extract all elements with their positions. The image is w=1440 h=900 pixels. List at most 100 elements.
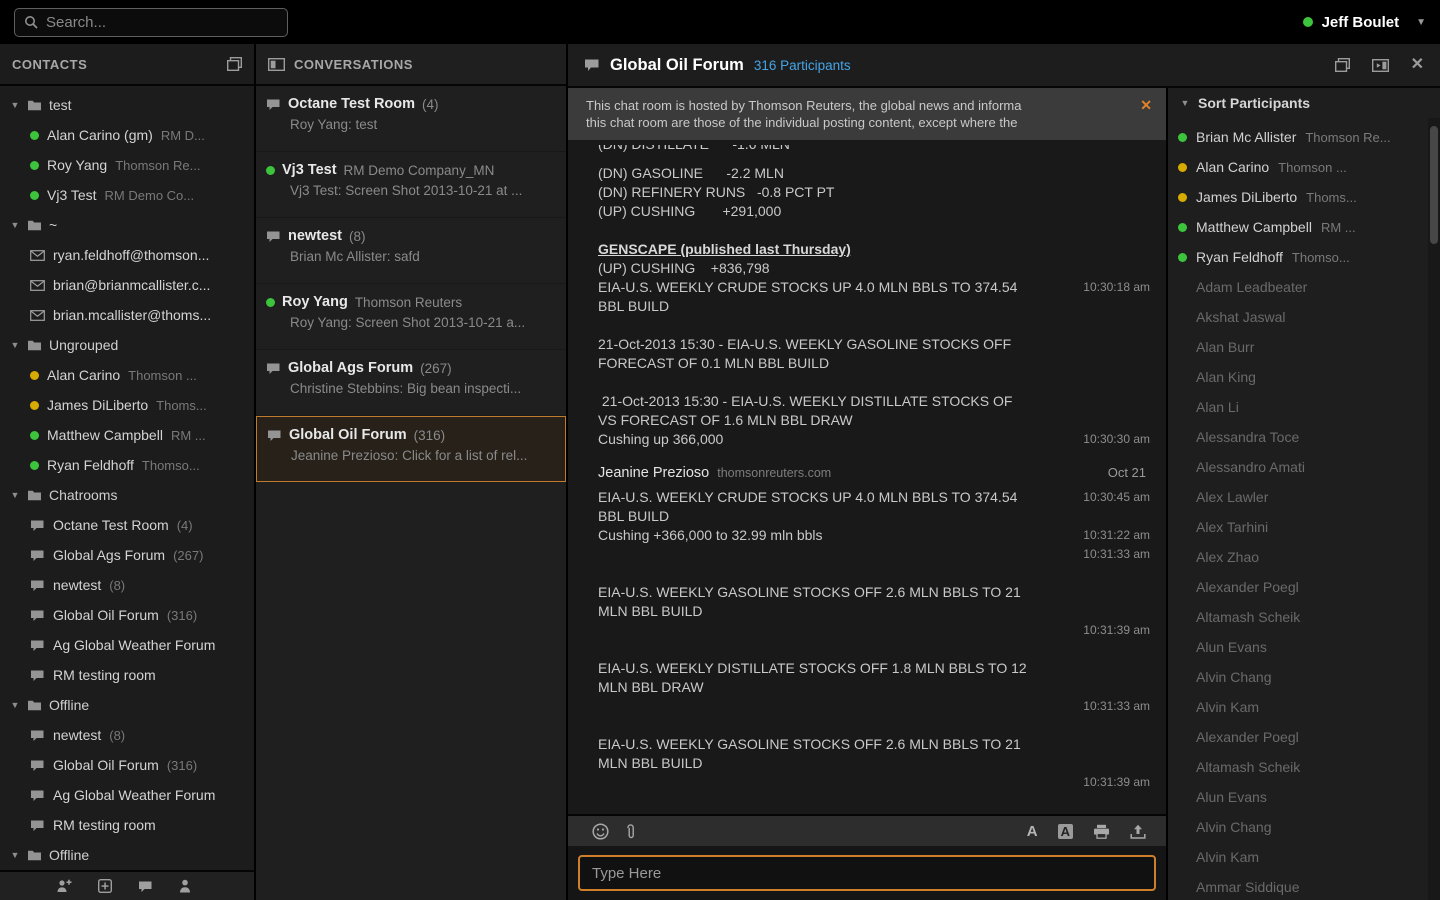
- search-input[interactable]: [46, 14, 278, 31]
- add-group-icon[interactable]: [98, 879, 112, 893]
- collapse-icon[interactable]: ▼: [10, 100, 20, 110]
- participants-link[interactable]: 316 Participants: [754, 58, 851, 73]
- conversations-list[interactable]: Octane Test Room(4)Roy Yang: testVj3 Tes…: [256, 86, 566, 482]
- contact-row[interactable]: Ryan FeldhoffThomso...: [0, 450, 254, 480]
- contact-name: RM testing room: [53, 817, 156, 833]
- message-text: Cushing up 366,000: [598, 430, 1056, 449]
- participant-row[interactable]: Ryan FeldhoffThomso...: [1168, 242, 1440, 272]
- panels-icon[interactable]: [227, 57, 242, 71]
- contact-row[interactable]: RM testing room: [0, 660, 254, 690]
- conversation-item[interactable]: Octane Test Room(4)Roy Yang: test: [256, 86, 566, 152]
- chevron-down-icon[interactable]: ▼: [1416, 17, 1426, 28]
- contact-row[interactable]: brian@brianmcallister.c...: [0, 270, 254, 300]
- attachment-icon[interactable]: [625, 823, 636, 840]
- collapse-icon[interactable]: ▼: [10, 700, 20, 710]
- participant-row[interactable]: Alexander Poegl: [1168, 572, 1440, 602]
- contact-row[interactable]: Octane Test Room(4): [0, 510, 254, 540]
- contact-row[interactable]: Roy YangThomson Re...: [0, 150, 254, 180]
- participant-row[interactable]: Alan Li: [1168, 392, 1440, 422]
- upload-icon[interactable]: [1130, 824, 1146, 839]
- contact-group-header[interactable]: ▼Offline: [0, 690, 254, 720]
- contact-row[interactable]: RM testing room: [0, 810, 254, 840]
- collapse-icon[interactable]: ▼: [10, 340, 20, 350]
- participant-row[interactable]: Brian Mc AllisterThomson Re...: [1168, 122, 1440, 152]
- collapse-icon[interactable]: ▼: [10, 490, 20, 500]
- participant-row[interactable]: Ammar Siddique: [1168, 872, 1440, 900]
- participant-row[interactable]: Alvin Kam: [1168, 842, 1440, 872]
- participant-row[interactable]: Alexander Poegl: [1168, 722, 1440, 752]
- message-line: [598, 221, 1150, 240]
- participant-row[interactable]: Altamash Scheik: [1168, 602, 1440, 632]
- participants-scrollbar[interactable]: [1428, 118, 1440, 900]
- participant-row[interactable]: Alvin Chang: [1168, 812, 1440, 842]
- collapse-icon[interactable]: ▼: [10, 220, 20, 230]
- participant-row[interactable]: Alex Zhao: [1168, 542, 1440, 572]
- contact-group-header[interactable]: ▼test: [0, 90, 254, 120]
- contact-row[interactable]: Global Oil Forum(316): [0, 600, 254, 630]
- add-contact-icon[interactable]: [56, 879, 72, 893]
- participants-sort[interactable]: ▼ Sort Participants: [1168, 88, 1440, 118]
- contact-group-header[interactable]: ▼~: [0, 210, 254, 240]
- new-window-icon[interactable]: [1335, 58, 1350, 72]
- participant-row[interactable]: Altamash Scheik: [1168, 752, 1440, 782]
- contact-group-header[interactable]: ▼Ungrouped: [0, 330, 254, 360]
- directory-icon[interactable]: [179, 879, 191, 893]
- contact-row[interactable]: Ag Global Weather Forum: [0, 630, 254, 660]
- participant-row[interactable]: Alan CarinoThomson ...: [1168, 152, 1440, 182]
- contact-row[interactable]: newtest(8): [0, 570, 254, 600]
- participant-row[interactable]: Alex Tarhini: [1168, 512, 1440, 542]
- participant-row[interactable]: Alun Evans: [1168, 782, 1440, 812]
- contact-row[interactable]: Alan Carino (gm)RM D...: [0, 120, 254, 150]
- collapse-icon[interactable]: ▼: [10, 850, 20, 860]
- app: CONTACTS ▼testAlan Carino (gm)RM D...Roy…: [0, 44, 1440, 900]
- participant-row[interactable]: Alun Evans: [1168, 632, 1440, 662]
- close-chat-icon[interactable]: ✕: [1411, 57, 1424, 73]
- contact-group-header[interactable]: ▼Offline: [0, 840, 254, 870]
- participants-list[interactable]: Brian Mc AllisterThomson Re...Alan Carin…: [1168, 118, 1440, 900]
- conversation-item[interactable]: Global Ags Forum(267)Christine Stebbins:…: [256, 350, 566, 416]
- scrollbar-thumb[interactable]: [1430, 126, 1438, 244]
- message-line: Cushing up 366,00010:30:30 am: [598, 430, 1150, 449]
- contact-row[interactable]: James DiLibertoThoms...: [0, 390, 254, 420]
- contact-row[interactable]: Ag Global Weather Forum: [0, 780, 254, 810]
- sort-caret-icon[interactable]: ▼: [1180, 98, 1190, 108]
- participant-row[interactable]: Alessandra Toce: [1168, 422, 1440, 452]
- participant-row[interactable]: Alessandro Amati: [1168, 452, 1440, 482]
- participant-row[interactable]: Alan Burr: [1168, 332, 1440, 362]
- conversation-item[interactable]: Roy YangThomson ReutersRoy Yang: Screen …: [256, 284, 566, 350]
- participant-row[interactable]: Alvin Kam: [1168, 692, 1440, 722]
- participant-row[interactable]: Alan King: [1168, 362, 1440, 392]
- participant-row[interactable]: Alex Lawler: [1168, 482, 1440, 512]
- print-icon[interactable]: [1093, 824, 1110, 839]
- conversation-item[interactable]: Global Oil Forum(316)Jeanine Prezioso: C…: [256, 416, 566, 482]
- emoji-icon[interactable]: [592, 823, 609, 840]
- contact-row[interactable]: brian.mcallister@thoms...: [0, 300, 254, 330]
- contact-row[interactable]: Vj3 TestRM Demo Co...: [0, 180, 254, 210]
- conversation-item[interactable]: Vj3 TestRM Demo Company_MNVj3 Test: Scre…: [256, 152, 566, 218]
- highlight-color-icon[interactable]: A: [1058, 824, 1073, 839]
- panel-toggle-icon[interactable]: [268, 58, 285, 71]
- contact-row[interactable]: Global Oil Forum(316): [0, 750, 254, 780]
- participant-row[interactable]: Akshat Jaswal: [1168, 302, 1440, 332]
- user-menu[interactable]: Jeff Boulet ▼: [1303, 14, 1426, 31]
- participant-row[interactable]: Adam Leadbeater: [1168, 272, 1440, 302]
- contact-row[interactable]: Alan CarinoThomson ...: [0, 360, 254, 390]
- contact-row[interactable]: newtest(8): [0, 720, 254, 750]
- contact-row[interactable]: Global Ags Forum(267): [0, 540, 254, 570]
- contacts-groups[interactable]: ▼testAlan Carino (gm)RM D...Roy YangThom…: [0, 86, 254, 870]
- message-input[interactable]: [578, 855, 1156, 891]
- contact-row[interactable]: Matthew CampbellRM ...: [0, 420, 254, 450]
- global-search[interactable]: [14, 8, 288, 37]
- participant-row[interactable]: James DiLibertoThoms...: [1168, 182, 1440, 212]
- font-color-icon[interactable]: A: [1027, 823, 1038, 840]
- chat-rooms-icon[interactable]: [138, 880, 153, 893]
- banner-close-icon[interactable]: ✕: [1140, 97, 1152, 114]
- contact-group-header[interactable]: ▼Chatrooms: [0, 480, 254, 510]
- message-line: 10:31:39 am: [598, 773, 1150, 792]
- participant-row[interactable]: Alvin Chang: [1168, 662, 1440, 692]
- conversation-item[interactable]: newtest(8)Brian Mc Allister: safd: [256, 218, 566, 284]
- messages-list[interactable]: (DN) DISTILLATE -1.6 MLN(DN) GASOLINE -2…: [568, 140, 1166, 814]
- contact-row[interactable]: ryan.feldhoff@thomson...: [0, 240, 254, 270]
- collapse-panel-icon[interactable]: [1372, 59, 1389, 72]
- participant-row[interactable]: Matthew CampbellRM ...: [1168, 212, 1440, 242]
